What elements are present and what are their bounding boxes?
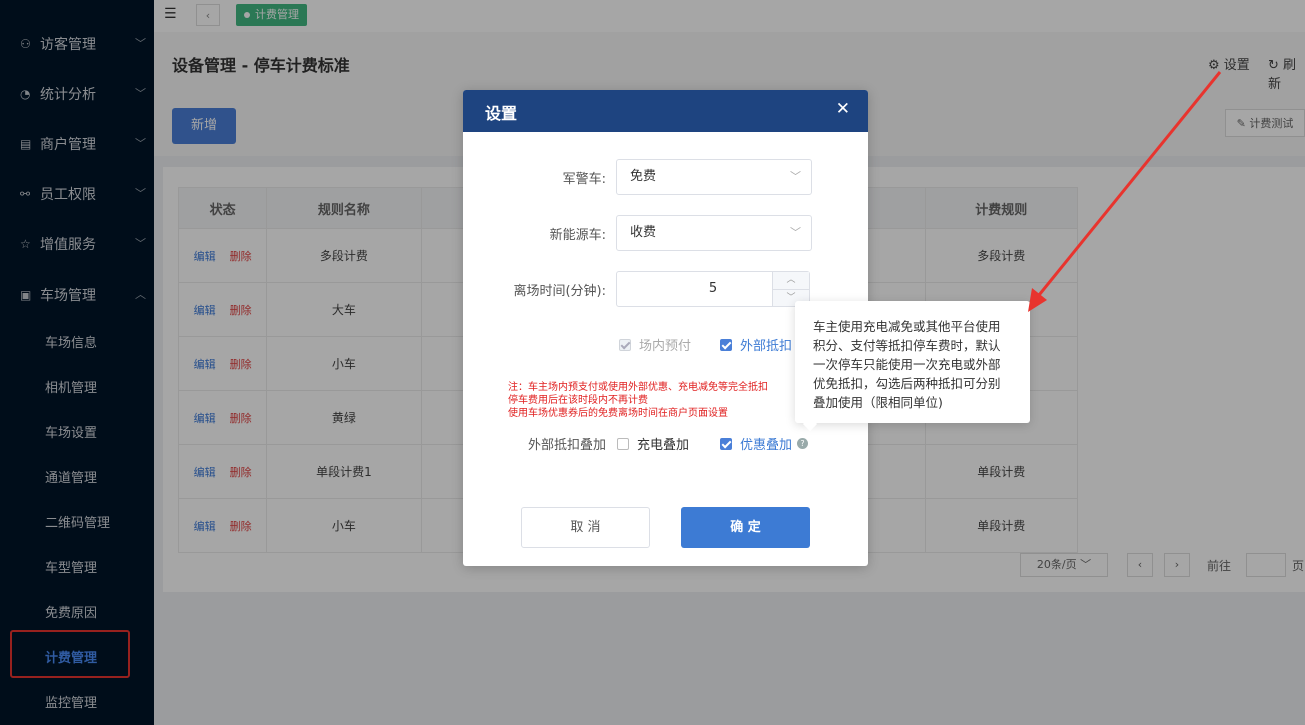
new-energy-label: 新能源车: [549, 228, 606, 243]
leave-time-label: 离场时间(分钟): [513, 284, 606, 299]
new-energy-select[interactable]: 收费 ﹀ [616, 215, 812, 251]
charge-stack-label: 充电叠加 [637, 438, 690, 453]
close-icon[interactable]: ✕ [836, 99, 850, 119]
checkbox-icon [720, 437, 732, 450]
increment-icon[interactable]: ︿ [773, 272, 809, 290]
leave-time-stepper[interactable]: 5 ︿ ﹀ [616, 271, 810, 307]
checkbox-icon [720, 338, 732, 351]
charge-stack-checkbox[interactable]: 充电叠加 [617, 434, 689, 453]
note-line: 注：车主场内预支付或使用外部优惠、充电减免等完全抵扣 [508, 382, 768, 393]
checkbox-icon [617, 437, 629, 450]
prepay-checkbox[interactable]: 场内预付 [619, 335, 691, 354]
note-line: 停车费用后在该时段内不再计费 [508, 395, 648, 406]
stack-label: 外部抵扣叠加 [527, 438, 606, 453]
coupon-stack-label: 优惠叠加 [740, 438, 793, 453]
confirm-button[interactable]: 确 定 [681, 507, 810, 548]
coupon-stack-checkbox[interactable]: 优惠叠加? [720, 434, 809, 453]
dialog-header: 设置 ✕ [463, 90, 868, 132]
military-select[interactable]: 免费 ﹀ [616, 159, 812, 195]
chevron-down-icon: ﹀ [790, 226, 801, 239]
cancel-button[interactable]: 取 消 [521, 507, 650, 548]
chevron-down-icon: ﹀ [790, 170, 801, 183]
external-label: 外部抵扣 [740, 339, 793, 354]
external-checkbox[interactable]: 外部抵扣 [720, 335, 792, 354]
military-label: 军警车: [562, 172, 606, 187]
leave-time-value: 5 [708, 281, 718, 296]
help-tooltip: 车主使用充电减免或其他平台使用积分、支付等抵扣停车费时，默认一次停车只能使用一次… [795, 301, 1030, 423]
military-value: 免费 [630, 169, 657, 184]
note-line: 使用车场优惠券后的免费离场时间在商户页面设置 [508, 408, 728, 419]
question-icon[interactable]: ? [797, 438, 809, 449]
new-energy-value: 收费 [630, 225, 657, 240]
dialog-title: 设置 [485, 104, 518, 123]
prepay-label: 场内预付 [639, 339, 692, 354]
checkbox-icon [619, 338, 631, 351]
note-text: 注：车主场内预支付或使用外部优惠、充电减免等完全抵扣 停车费用后在该时段内不再计… [508, 381, 768, 420]
